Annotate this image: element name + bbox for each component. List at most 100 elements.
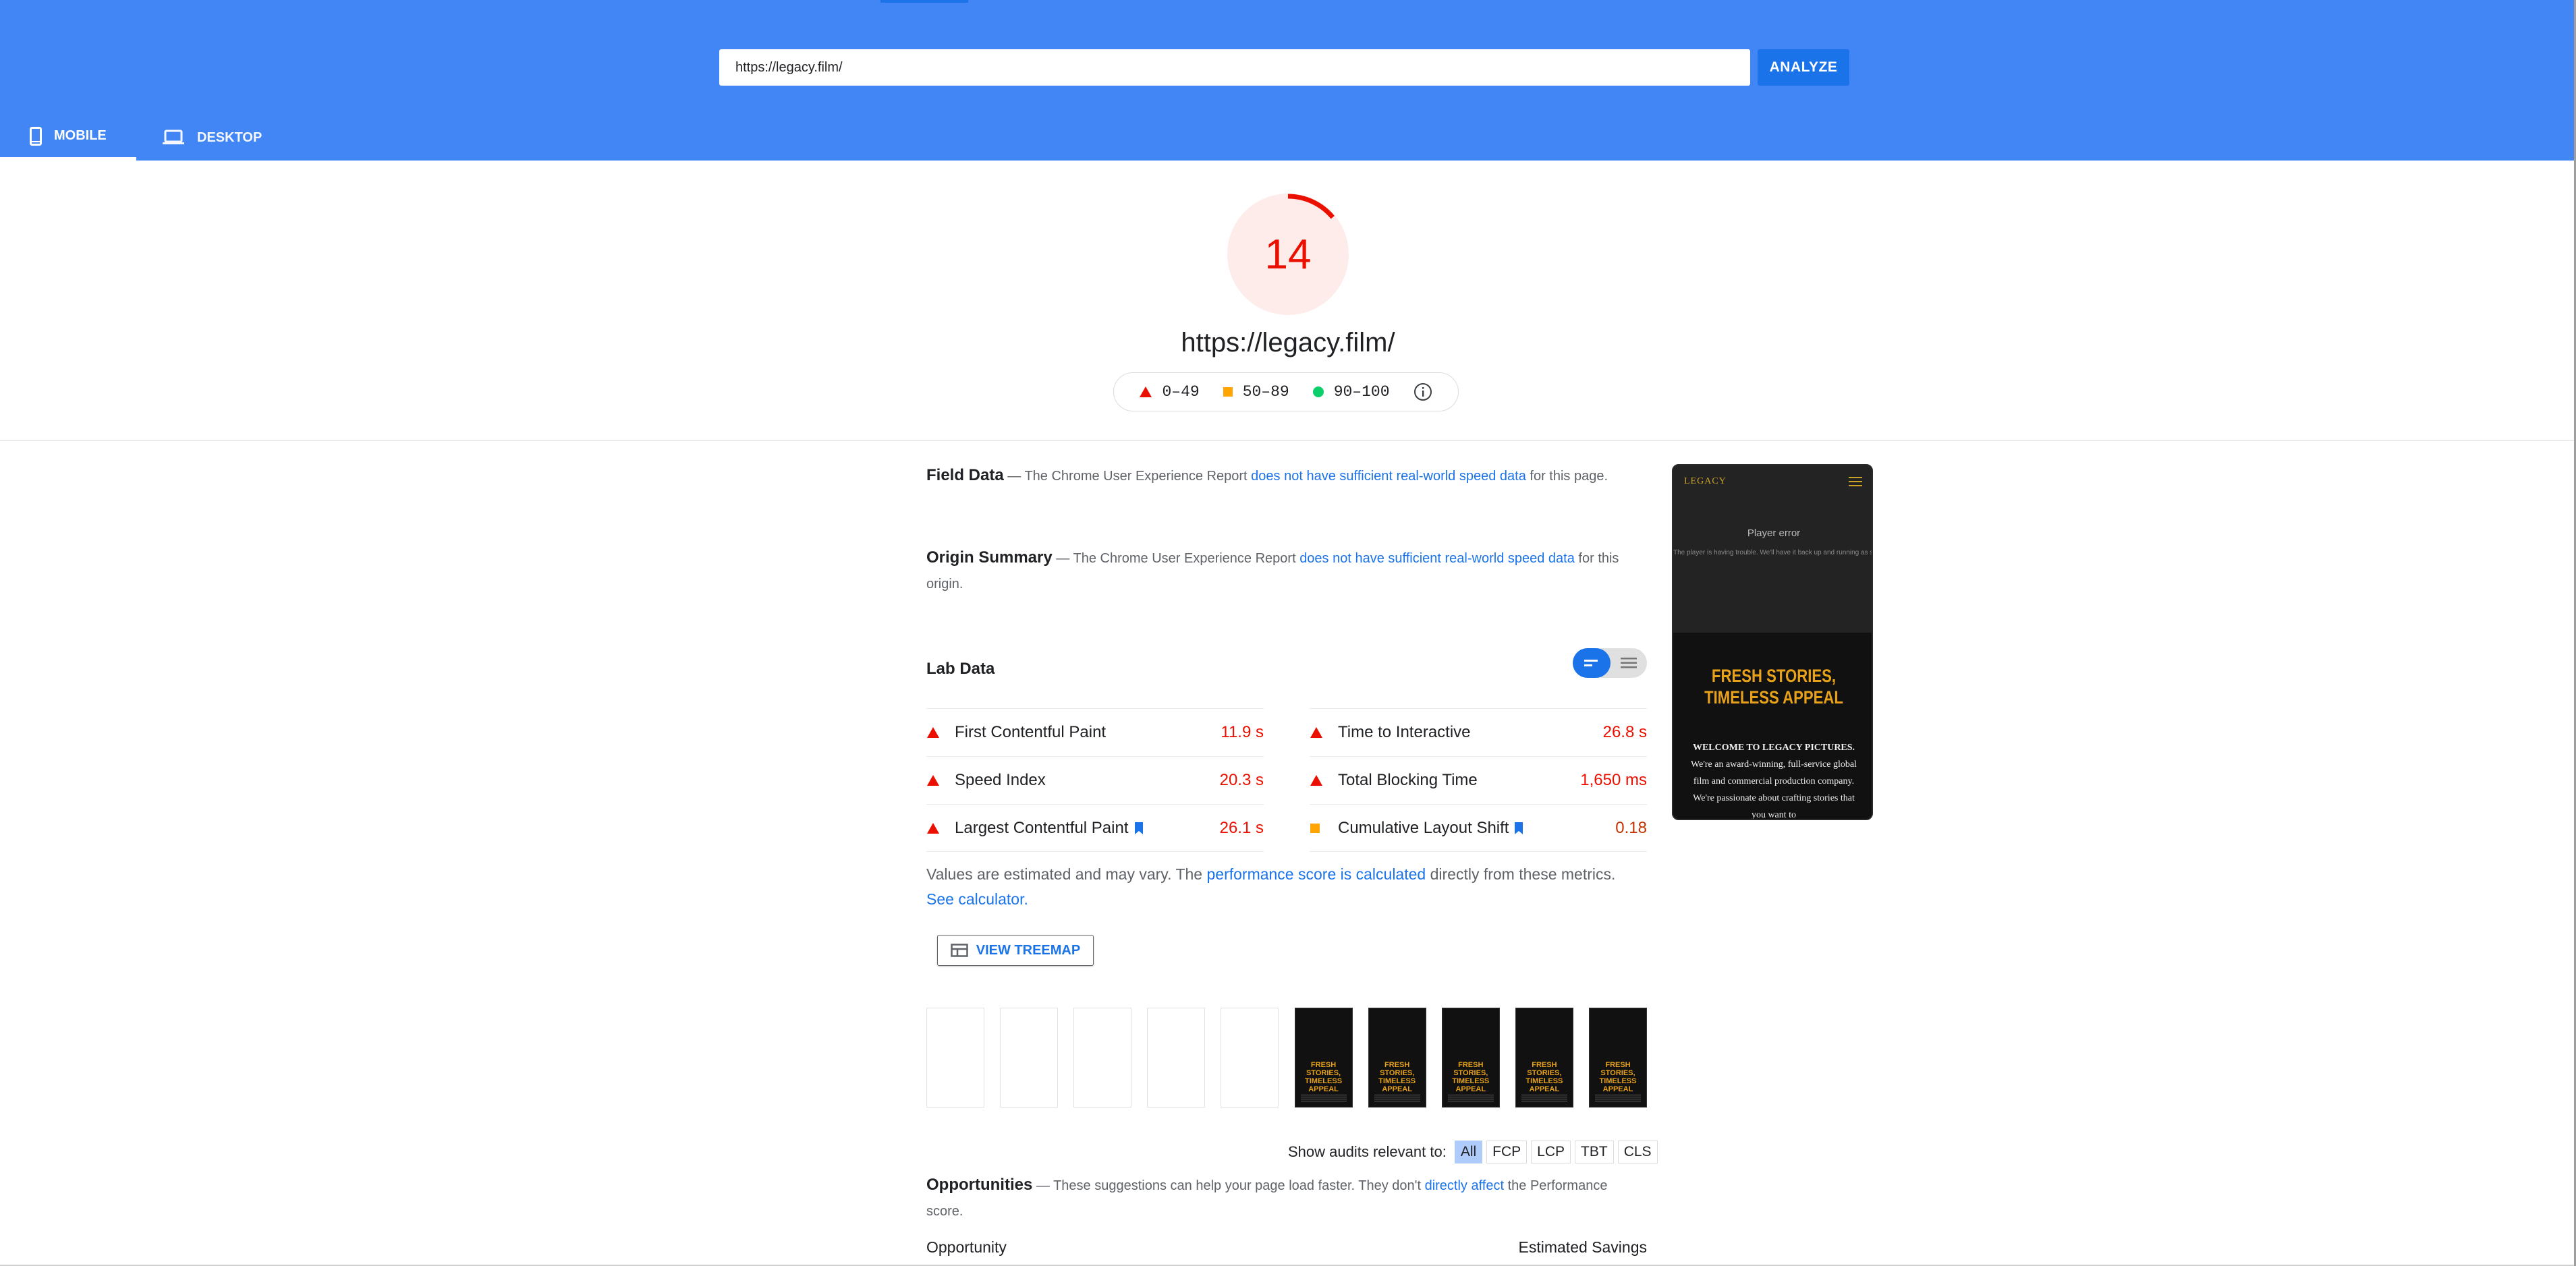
opportunities-dash: — (1032, 1178, 1054, 1193)
savings-column-header: Estimated Savings (1518, 1238, 1647, 1256)
legend-average-label: 50–89 (1242, 383, 1289, 401)
directly-affect-link[interactable]: directly affect (1425, 1178, 1504, 1193)
legend-fail-label: 0–49 (1162, 383, 1200, 401)
origin-summary-text: The Chrome User Experience Report (1073, 551, 1300, 566)
estimate-note: Values are estimated and may vary. The p… (926, 862, 1647, 912)
filter-chip-all[interactable]: All (1454, 1141, 1483, 1163)
view-treemap-label: VIEW TREEMAP (976, 942, 1081, 958)
score-legend: 0–49 50–89 90–100 (1113, 372, 1459, 411)
filmstrip-frame: FRESH STORIES, TIMELESS APPEAL (1368, 1008, 1426, 1107)
filter-chip-tbt[interactable]: TBT (1575, 1141, 1614, 1163)
metric-value: 0.18 (1615, 818, 1647, 837)
treemap-icon (951, 944, 968, 957)
legend-pass: 90–100 (1312, 383, 1390, 401)
filmstrip-frame (1147, 1008, 1206, 1107)
player-error-title: Player error (1747, 527, 1801, 539)
metric-name: Total Blocking Time (1338, 771, 1478, 789)
legend-pass-label: 90–100 (1333, 383, 1390, 401)
performance-score: 14 (1264, 231, 1312, 278)
metric-lcp: Largest Contentful Paint 26.1 s (926, 804, 1264, 852)
lcp-element-flag-icon[interactable] (1134, 822, 1144, 835)
metric-speed-index: Speed Index 20.3 s (926, 756, 1264, 804)
smartphone-icon (30, 126, 42, 146)
tab-mobile-label: MOBILE (54, 128, 107, 143)
origin-summary-title: Origin Summary (926, 548, 1053, 567)
origin-summary-dash: — (1052, 551, 1073, 566)
metric-value: 11.9 s (1221, 723, 1264, 741)
metric-name: Time to Interactive (1338, 723, 1471, 741)
frame-body-lines (1300, 1095, 1347, 1101)
metric-name: Largest Contentful Paint (955, 818, 1129, 837)
frame-headline: FRESH STORIES, TIMELESS APPEAL (1525, 1061, 1563, 1093)
analyze-button[interactable]: ANALYZE (1758, 49, 1849, 86)
hero-headline-line1: FRESH STORIES, (1711, 666, 1837, 686)
hero-headline-line2: TIMELESS APPEAL (1704, 687, 1843, 708)
filter-chip-cls[interactable]: CLS (1617, 1141, 1658, 1163)
tab-desktop[interactable]: DESKTOP (162, 115, 270, 161)
metric-cls: Cumulative Layout Shift 0.18 (1310, 804, 1647, 852)
section-divider (0, 440, 2576, 441)
opportunities-section: Opportunities — These suggestions can he… (926, 1172, 1647, 1225)
filmstrip-frame: FRESH STORIES, TIMELESS APPEAL (1441, 1008, 1500, 1107)
legacy-logo: LEGACY (1684, 476, 1727, 486)
filter-chip-lcp[interactable]: LCP (1531, 1141, 1571, 1163)
filmstrip-frame: FRESH STORIES, TIMELESS APPEAL (1294, 1008, 1353, 1107)
filmstrip-frame (1073, 1008, 1132, 1107)
origin-summary-section: Origin Summary — The Chrome User Experie… (926, 545, 1647, 598)
frame-headline: FRESH STORIES, TIMELESS APPEAL (1452, 1061, 1490, 1093)
metric-tbt: Total Blocking Time 1,650 ms (1310, 756, 1647, 804)
filmstrip-frame (1000, 1008, 1059, 1107)
origin-summary-link[interactable]: does not have sufficient real-world spee… (1299, 551, 1575, 566)
audit-filter: Show audits relevant to: All FCP LCP TBT… (1288, 1140, 1658, 1164)
info-icon[interactable] (1413, 382, 1433, 402)
opportunity-column-header: Opportunity (926, 1238, 1007, 1256)
metrics-view-toggle[interactable] (1573, 648, 1647, 678)
field-data-link[interactable]: does not have sufficient real-world spee… (1251, 469, 1526, 484)
compact-view-toggle[interactable] (1573, 648, 1611, 678)
frame-body-lines (1521, 1095, 1567, 1101)
filmstrip-frame (1221, 1008, 1279, 1107)
average-square-icon (1223, 387, 1233, 397)
field-data-section: Field Data — The Chrome User Experience … (926, 463, 1647, 490)
filter-chip-fcp[interactable]: FCP (1486, 1141, 1528, 1163)
filmstrip-frame: FRESH STORIES, TIMELESS APPEAL (1588, 1008, 1647, 1107)
filmstrip: FRESH STORIES, TIMELESS APPEAL FRESH STO… (926, 1008, 1647, 1107)
opportunities-table-header: Opportunity Estimated Savings (926, 1238, 1647, 1257)
legend-average: 50–89 (1223, 383, 1289, 401)
metric-value: 26.1 s (1219, 818, 1264, 837)
metric-value: 1,650 ms (1580, 771, 1647, 789)
expanded-view-toggle[interactable] (1611, 648, 1647, 678)
header-bar: ANALYZE MOBILE DESKTOP (0, 0, 2576, 161)
cls-element-flag-icon[interactable] (1514, 822, 1523, 835)
filmstrip-frame (926, 1008, 984, 1107)
hero-headline: FRESH STORIES, TIMELESS APPEAL (1691, 665, 1856, 708)
frame-body-lines (1594, 1095, 1641, 1101)
hamburger-menu-icon (1849, 476, 1862, 490)
see-calculator-link[interactable]: See calculator. (926, 890, 1028, 908)
short-lines-icon (1584, 660, 1598, 666)
field-data-text-end: for this page. (1525, 469, 1608, 484)
frame-headline: FRESH STORIES, TIMELESS APPEAL (1305, 1061, 1343, 1093)
filmstrip-frame: FRESH STORIES, TIMELESS APPEAL (1515, 1008, 1573, 1107)
metric-value: 20.3 s (1219, 771, 1264, 789)
field-data-title: Field Data (926, 466, 1004, 484)
fail-triangle-icon (926, 726, 955, 739)
tab-mobile[interactable]: MOBILE (0, 115, 136, 161)
hero-body-bold: WELCOME TO LEGACY PICTURES. (1692, 743, 1855, 753)
top-accent-line (880, 0, 968, 3)
tab-desktop-label: DESKTOP (197, 130, 262, 145)
field-data-dash: — (1003, 469, 1025, 484)
final-url: https://legacy.film/ (1181, 328, 1395, 357)
audit-filter-label: Show audits relevant to: (1288, 1143, 1447, 1160)
fail-triangle-icon (1310, 774, 1338, 786)
note-text: Values are estimated and may vary. The (926, 865, 1207, 883)
url-input[interactable] (719, 49, 1750, 86)
score-calculated-link[interactable]: performance score is calculated (1206, 865, 1426, 883)
frame-headline: FRESH STORIES, TIMELESS APPEAL (1599, 1061, 1637, 1093)
pass-circle-icon (1312, 386, 1324, 397)
frame-body-lines (1374, 1095, 1420, 1101)
lab-data-title: Lab Data (926, 660, 995, 678)
long-lines-icon (1621, 658, 1637, 668)
view-treemap-button[interactable]: VIEW TREEMAP (937, 935, 1094, 966)
player-error-message: The player is having trouble. We'll have… (1673, 549, 1873, 556)
